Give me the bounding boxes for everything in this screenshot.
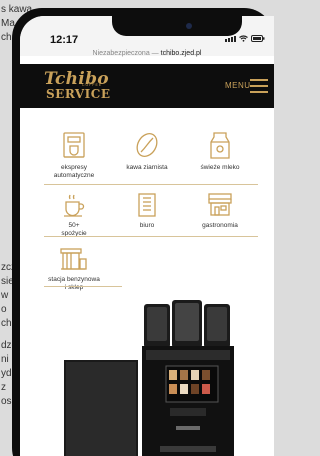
category-fresh-milk[interactable]: świeże mleko [182,130,258,172]
site-header: Tchibo COFFEE SERVICE MENU [20,64,274,108]
grid-divider [44,286,122,287]
background-text: w [1,290,9,301]
shop-awning-icon [208,193,232,216]
category-automatic-machines[interactable]: ekspresy automatyczne [36,130,112,180]
category-label: biuro [139,222,155,229]
background-text: yd [1,368,12,379]
status-time: 12:17 [50,34,79,46]
hamburger-menu-icon[interactable] [250,77,270,93]
camera-icon [186,23,192,29]
category-coffee-beans[interactable]: kawa ziarnista [109,130,185,172]
wifi-icon [239,35,248,42]
product-image-coffee-machine [20,296,274,456]
url-host: tchibo.zjed.pl [160,50,202,57]
coffee-machine-icon [63,132,85,158]
background-text: z [1,382,6,393]
category-label: 50+ [68,222,80,229]
category-label: automatyczne [53,172,95,179]
grid-divider [44,236,258,237]
background-text: os [1,396,12,407]
office-building-icon [138,193,156,217]
category-label: stacja benzynowa [48,276,100,283]
phone-frame: 12:17 Niezabezpieczona — tchibo.zjed.pl … [12,8,274,456]
category-label: gastronomia [202,222,238,229]
menu-label[interactable]: MENU [225,81,251,90]
url-bar[interactable]: Niezabezpieczona — tchibo.zjed.pl [20,50,274,64]
gas-station-icon [60,248,87,270]
category-label: kawa ziarnista [126,164,168,171]
battery-icon [251,35,265,42]
phone-screen: 12:17 Niezabezpieczona — tchibo.zjed.pl … [20,16,274,456]
security-label: Niezabezpieczona [92,50,150,57]
category-label: świeże mleko [200,164,240,171]
phone-notch [112,16,242,36]
category-label: ekspresy [60,164,87,171]
signal-icon [225,36,236,42]
background-text: o [1,304,7,315]
category-gastronomy[interactable]: gastronomia [182,192,258,230]
status-icons [225,35,265,42]
background-text: ch [1,318,12,329]
coffee-cup-icon [64,194,85,217]
category-office[interactable]: biuro [109,192,185,230]
url-separator: — [151,50,159,57]
grid-divider [44,184,258,185]
milk-carton-icon [210,132,230,159]
background-text: ni [1,354,9,365]
background-text: ch [1,32,12,43]
coffee-machine-illustration [64,300,234,456]
category-50-plus[interactable]: 50+ spożycie [36,192,112,238]
coffee-bean-icon [136,133,158,157]
logo-service: SERVICE [46,87,111,101]
